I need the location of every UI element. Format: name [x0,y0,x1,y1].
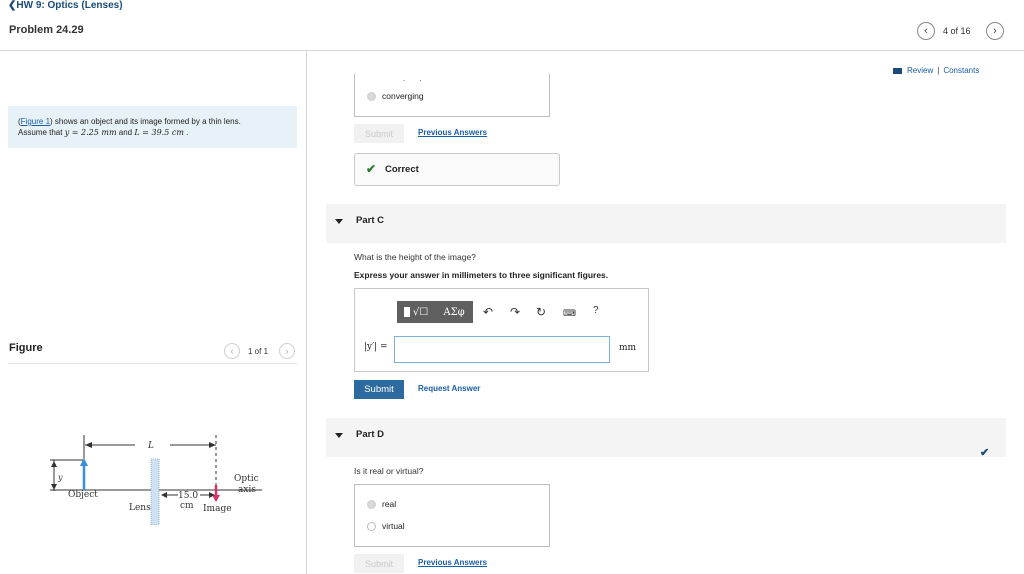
completed-check-icon: ✔ [980,447,990,459]
chevron-right-icon: › [285,346,289,356]
part-d-submit-button[interactable]: Submit [354,554,404,573]
image-height-input[interactable] [394,336,610,363]
option-converging[interactable]: converging [367,91,424,101]
problem-title: Problem 24.29 [9,24,84,36]
part-d-header[interactable]: Part D [326,418,1006,457]
collapse-triangle-icon [335,433,343,438]
radio-converging[interactable] [367,91,376,101]
answer-variable-label: |y′| = [364,342,388,352]
l-arrowhead-right [209,442,216,448]
correct-feedback: ✔ Correct [354,153,560,186]
l-value: L = 39.5 cm [134,128,184,137]
part-c-question: What is the height of the image? [354,252,476,262]
statement-period: . [186,128,189,137]
problem-page-indicator: 4 of 16 [943,26,971,36]
statement-and: and [118,128,133,137]
lens-label: Lens [129,503,151,513]
undo-icon[interactable]: ↶ [483,305,493,319]
axis-label: axis [238,485,256,495]
figure-divider [8,363,297,364]
part-b-previous-answers-link[interactable]: Previous Answers [418,128,487,137]
statement-text: ) shows an object and its image formed b… [50,117,241,126]
part-d-previous-answers-link[interactable]: Previous Answers [418,558,487,567]
back-to-assignment-link[interactable]: ❮HW 9: Optics (Lenses) [8,0,123,11]
help-button[interactable]: ? [593,305,599,316]
previous-problem-button[interactable]: ‹ [917,22,935,40]
radio-real[interactable] [367,499,376,509]
distance-unit: cm [180,501,194,511]
templates-button[interactable]: √☐ [397,301,435,323]
checkmark-icon: ✔ [366,162,377,176]
keyboard-icon[interactable]: ⌨ [563,308,576,319]
problem-statement: (Figure 1) shows an object and its image… [8,106,297,148]
scrolled-marks: . . [403,74,428,83]
l-label: L [147,441,154,451]
figure-prev-button[interactable]: ‹ [224,343,240,359]
option-real[interactable]: real [367,499,396,509]
figure-count: 1 of 1 [248,347,269,356]
y-arrowhead-down [51,484,57,490]
part-b-submit-button[interactable]: Submit [354,124,404,143]
constants-link[interactable]: Constants [943,66,979,75]
y-arrowhead-up [51,461,57,467]
reset-icon[interactable]: ↻ [536,305,546,319]
part-d-question: Is it real or virtual? [354,466,424,476]
l-arrowhead-left [85,442,92,448]
part-c-title: Part C [356,215,384,226]
statement-line-1: (Figure 1) shows an object and its image… [18,117,241,126]
option-label: real [382,499,397,509]
figure-next-button[interactable]: › [279,343,295,359]
y-label: y [57,473,63,482]
part-c-header[interactable]: Part C [326,204,1006,243]
panel-divider [306,50,307,574]
links-separator: | [937,66,940,75]
chevron-right-icon: › [993,25,997,37]
radio-virtual[interactable] [367,521,376,531]
radical-icon: √☐ [412,306,429,318]
chevron-left-icon: ‹ [230,346,234,356]
answer-unit: mm [619,343,637,353]
part-c-instruction: Express your answer in millimeters to th… [354,270,609,280]
top-bar: ❮HW 9: Optics (Lenses) Problem 24.29 ‹ 4… [0,0,1024,51]
statement-assume: Assume that [18,128,63,137]
dist-arrowhead-left [161,492,167,498]
next-problem-button[interactable]: › [986,22,1004,40]
part-d-answer-box: real virtual [354,484,550,547]
review-link[interactable]: Review [907,66,933,75]
part-d-title: Part D [356,429,384,440]
book-icon [893,67,902,74]
optic-label: Optic [234,474,259,484]
figure-link[interactable]: Figure 1 [21,117,50,126]
option-virtual[interactable]: virtual [367,521,405,531]
collapse-triangle-icon [335,219,343,224]
review-constants-bar: Review | Constants [893,66,979,75]
part-b-answer-box: . . converging [354,74,550,117]
request-answer-link[interactable]: Request Answer [418,384,480,393]
template-square-icon [403,307,410,317]
y-value: y = 2.25 mm [64,128,117,137]
part-c-submit-button[interactable]: Submit [354,380,404,399]
image-label: Image [203,504,232,514]
lens-diagram: L y 15.0 cm Object Lens Image Optic axis [50,435,262,525]
image-arrowhead [212,495,220,502]
chevron-left-icon: ‹ [924,25,928,37]
statement-line-2: Assume that y = 2.25 mm and L = 39.5 cm … [18,127,287,138]
object-arrowhead [80,458,88,466]
redo-icon[interactable]: ↷ [510,305,520,319]
option-label: converging [382,91,424,101]
distance-value: 15.0 [178,491,198,501]
correct-label: Correct [385,164,419,175]
greek-symbols-button[interactable]: ΑΣφ [435,301,473,323]
lens [150,458,160,525]
figure-label: Figure [9,342,43,354]
object-label: Object [68,490,98,500]
assignment-title: HW 9: Optics (Lenses) [16,0,123,11]
option-label: virtual [382,521,405,531]
